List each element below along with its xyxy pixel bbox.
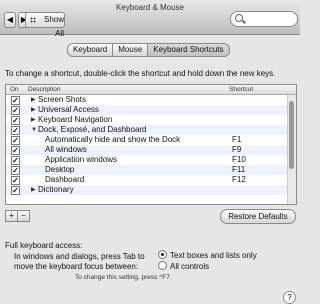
hint-line-2: move the keyboard focus between: bbox=[14, 262, 139, 271]
list-rows: ✓ ▶ Screen Shots ✓ ▶ Universal Access ✓ ▶ Keyboa… bbox=[6, 95, 296, 195]
header-description: Description bbox=[28, 86, 61, 93]
scroll-thumb[interactable] bbox=[289, 101, 294, 169]
radio-all-controls[interactable]: All controls bbox=[158, 261, 210, 272]
table-row[interactable]: ✓ ▶ Screen Shots bbox=[6, 95, 296, 105]
row-checkbox[interactable]: ✓ bbox=[11, 166, 20, 175]
row-description: Dictionary bbox=[38, 185, 74, 194]
show-all-button[interactable]: Show All bbox=[25, 12, 65, 38]
vertical-scrollbar[interactable] bbox=[287, 95, 296, 204]
row-description: Dashboard bbox=[45, 175, 85, 184]
instruction-text: To change a shortcut, double-click the s… bbox=[5, 69, 276, 78]
radio-all-controls-label: All controls bbox=[170, 262, 210, 271]
shortcut-note: To change this setting, press ^F7. bbox=[75, 274, 172, 281]
row-checkbox[interactable]: ✓ bbox=[11, 96, 20, 105]
list-header: On Description Shortcut bbox=[6, 85, 296, 95]
row-checkbox[interactable]: ✓ bbox=[11, 136, 20, 145]
hint-line-1: In windows and dialogs, press Tab to bbox=[14, 252, 145, 261]
table-row[interactable]: ✓ Dashboard F12 bbox=[6, 175, 296, 185]
row-description: Universal Access bbox=[38, 105, 99, 114]
disclosure-closed-icon[interactable]: ▶ bbox=[31, 115, 36, 125]
row-checkbox[interactable]: ✓ bbox=[11, 176, 20, 185]
row-description: Automatically hide and show the Dock bbox=[45, 135, 181, 144]
header-shortcut: Shortcut bbox=[229, 86, 254, 93]
row-description: Desktop bbox=[45, 165, 75, 174]
show-all-label: Show All bbox=[43, 15, 64, 38]
table-row[interactable]: ✓ All windows F9 bbox=[6, 145, 296, 155]
table-row[interactable]: ✓ ▼ Dock, Exposé, and Dashboard bbox=[6, 125, 296, 135]
table-row[interactable]: ✓ Desktop F11 bbox=[6, 165, 296, 175]
table-row[interactable]: ✓ Automatically hide and show the Dock F1 bbox=[6, 135, 296, 145]
disclosure-closed-icon[interactable]: ▶ bbox=[31, 105, 36, 115]
window-titlebar: Keyboard & Mouse ◀ ▶ Show All bbox=[0, 0, 300, 38]
row-shortcut[interactable]: F1 bbox=[232, 135, 241, 145]
help-button[interactable]: ? bbox=[283, 291, 296, 304]
row-checkbox[interactable]: ✓ bbox=[11, 186, 20, 195]
keyboard-access-hint: In windows and dialogs, press Tab to mov… bbox=[14, 252, 145, 272]
row-checkbox[interactable]: ✓ bbox=[11, 126, 20, 135]
shortcuts-list[interactable]: On Description Shortcut ✓ ▶ Screen Shots ✓ ▶… bbox=[5, 84, 297, 205]
radio-selected-icon bbox=[158, 250, 167, 260]
remove-button[interactable]: − bbox=[17, 210, 30, 222]
disclosure-closed-icon[interactable]: ▶ bbox=[31, 95, 36, 105]
table-row[interactable]: ✓ ▶ Dictionary bbox=[6, 185, 296, 195]
row-description: Keyboard Navigation bbox=[38, 115, 113, 124]
row-description: Screen Shots bbox=[38, 95, 87, 104]
radio-text-boxes-label: Text boxes and lists only bbox=[170, 251, 257, 260]
row-shortcut[interactable]: F9 bbox=[232, 145, 241, 155]
table-row[interactable]: ✓ Application windows F10 bbox=[6, 155, 296, 165]
table-row[interactable]: ✓ ▶ Universal Access bbox=[6, 105, 296, 115]
header-on: On bbox=[10, 86, 19, 93]
radio-text-boxes[interactable]: Text boxes and lists only bbox=[158, 250, 257, 261]
search-input[interactable] bbox=[230, 11, 298, 27]
tab-mouse[interactable]: Mouse bbox=[112, 43, 149, 57]
tab-keyboard[interactable]: Keyboard bbox=[67, 43, 114, 57]
row-checkbox[interactable]: ✓ bbox=[11, 156, 20, 165]
tab-bar: Keyboard Mouse Keyboard Shortcuts bbox=[67, 43, 230, 57]
row-shortcut[interactable]: F10 bbox=[232, 155, 246, 165]
tab-keyboard-shortcuts[interactable]: Keyboard Shortcuts bbox=[147, 43, 230, 57]
row-description: All windows bbox=[45, 145, 87, 154]
full-keyboard-access-title: Full keyboard access: bbox=[5, 241, 83, 250]
search-icon bbox=[235, 14, 243, 22]
row-checkbox[interactable]: ✓ bbox=[11, 106, 20, 115]
row-checkbox[interactable]: ✓ bbox=[11, 146, 20, 155]
table-row[interactable]: ✓ ▶ Keyboard Navigation bbox=[6, 115, 296, 125]
back-button[interactable]: ◀ bbox=[4, 12, 16, 28]
restore-defaults-button[interactable]: Restore Defaults bbox=[220, 209, 296, 224]
row-checkbox[interactable]: ✓ bbox=[11, 116, 20, 125]
radio-unselected-icon bbox=[158, 261, 167, 271]
row-description: Dock, Exposé, and Dashboard bbox=[38, 125, 147, 134]
row-shortcut[interactable]: F12 bbox=[232, 175, 246, 185]
row-shortcut[interactable]: F11 bbox=[232, 165, 245, 175]
disclosure-open-icon[interactable]: ▼ bbox=[31, 125, 37, 135]
row-description: Application windows bbox=[45, 155, 118, 164]
grid-icon bbox=[30, 17, 36, 23]
disclosure-closed-icon[interactable]: ▶ bbox=[31, 185, 36, 195]
